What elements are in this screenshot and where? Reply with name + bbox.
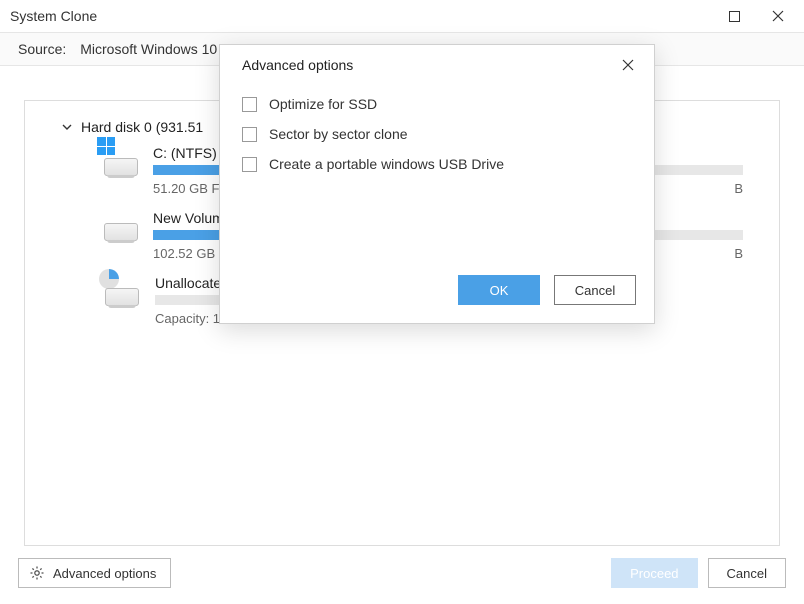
advanced-options-button[interactable]: Advanced options — [18, 558, 171, 588]
dialog-title: Advanced options — [242, 57, 353, 73]
option-portable-usb[interactable]: Create a portable windows USB Drive — [242, 149, 632, 179]
option-label: Sector by sector clone — [269, 126, 408, 142]
checkbox[interactable] — [242, 127, 257, 142]
option-optimize-ssd[interactable]: Optimize for SSD — [242, 89, 632, 119]
option-sector-clone[interactable]: Sector by sector clone — [242, 119, 632, 149]
source-value: Microsoft Windows 10 — [80, 41, 217, 57]
footer: Advanced options Proceed Cancel — [18, 556, 786, 590]
drive-icon — [101, 281, 143, 313]
maximize-button[interactable] — [712, 1, 756, 31]
dialog-header: Advanced options — [220, 45, 654, 85]
disk-name: Hard disk 0 (931.51 — [81, 119, 203, 135]
gear-icon — [29, 565, 45, 581]
pie-icon — [99, 269, 119, 289]
dialog-close-button[interactable] — [608, 47, 648, 83]
close-button[interactable] — [756, 1, 800, 31]
proceed-button: Proceed — [611, 558, 697, 588]
cancel-button[interactable]: Cancel — [708, 558, 786, 588]
chevron-down-icon — [61, 121, 73, 133]
partition-info-right: B — [734, 246, 743, 261]
windows-flag-icon — [97, 137, 115, 155]
option-label: Optimize for SSD — [269, 96, 377, 112]
titlebar: System Clone — [0, 0, 804, 32]
advanced-options-dialog: Advanced options Optimize for SSD Sector… — [219, 44, 655, 324]
advanced-options-label: Advanced options — [53, 566, 156, 581]
partition-info-right: B — [734, 181, 743, 196]
dialog-ok-button[interactable]: OK — [458, 275, 540, 305]
dialog-cancel-button[interactable]: Cancel — [554, 275, 636, 305]
dialog-footer: OK Cancel — [458, 275, 636, 305]
source-label: Source: — [18, 41, 66, 57]
dialog-body: Optimize for SSD Sector by sector clone … — [220, 85, 654, 183]
drive-icon — [101, 216, 141, 248]
checkbox[interactable] — [242, 157, 257, 172]
checkbox[interactable] — [242, 97, 257, 112]
window-title: System Clone — [10, 8, 97, 24]
drive-icon — [101, 151, 141, 183]
option-label: Create a portable windows USB Drive — [269, 156, 504, 172]
